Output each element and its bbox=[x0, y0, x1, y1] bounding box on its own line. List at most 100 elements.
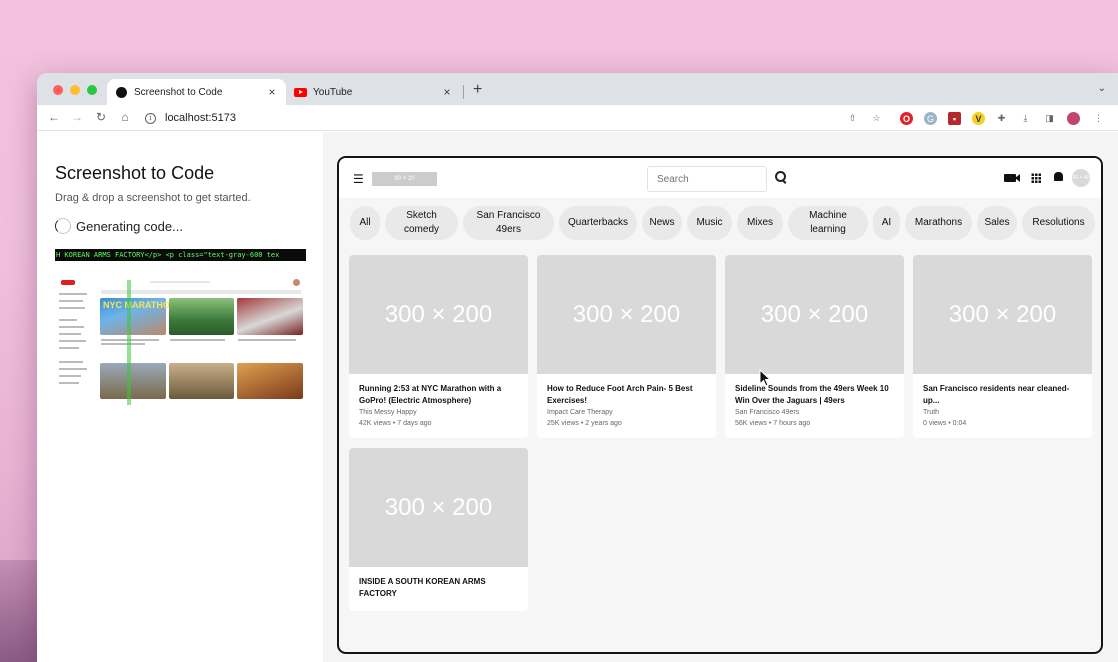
opera-icon[interactable]: O bbox=[900, 112, 913, 125]
video-thumbnail[interactable]: 300 × 200 bbox=[537, 255, 716, 374]
thumbnail-header bbox=[55, 277, 306, 289]
screenshot-thumbnail: NYC MARATHON bbox=[55, 277, 306, 405]
list-item bbox=[59, 326, 84, 328]
chip-sketch-comedy[interactable]: Sketch comedy bbox=[385, 206, 458, 240]
list-item bbox=[59, 333, 81, 335]
thumbnail-video-5 bbox=[169, 363, 234, 399]
reload-button[interactable]: ↻ bbox=[94, 110, 108, 124]
video-channel[interactable]: Truth bbox=[923, 409, 939, 416]
download-icon[interactable]: ⤓ bbox=[1019, 112, 1032, 125]
logo-placeholder[interactable]: 90 × 20 bbox=[372, 172, 437, 186]
tab-screenshot-to-code[interactable]: Screenshot to Code × bbox=[107, 79, 286, 105]
chip-news[interactable]: News bbox=[642, 206, 682, 240]
list-item bbox=[59, 293, 87, 295]
thumbnail-video-4 bbox=[100, 363, 166, 399]
thumbnail-caption bbox=[170, 339, 225, 341]
search-icon[interactable] bbox=[774, 170, 788, 184]
chip-sales[interactable]: Sales bbox=[977, 206, 1017, 240]
video-thumbnail[interactable]: 300 × 200 bbox=[913, 255, 1092, 374]
code-stream: H KOREAN ARMS FACTORY</p> <p class="text… bbox=[55, 249, 306, 261]
video-channel[interactable]: San Francisco 49ers bbox=[735, 409, 799, 416]
list-item bbox=[59, 307, 85, 309]
generated-preview: ☰ 90 × 20 40 × 40 All Sketch comedy San … bbox=[337, 156, 1103, 654]
list-item bbox=[59, 300, 83, 302]
chip-resolutions[interactable]: Resolutions bbox=[1022, 206, 1095, 240]
profile-icon[interactable] bbox=[1067, 112, 1080, 125]
video-card[interactable]: 300 × 200 San Francisco residents near c… bbox=[913, 255, 1092, 438]
video-card[interactable]: 300 × 200 Running 2:53 at NYC Marathon w… bbox=[349, 255, 528, 438]
close-window-button[interactable] bbox=[53, 85, 63, 95]
chip-quarterbacks[interactable]: Quarterbacks bbox=[559, 206, 637, 240]
list-item bbox=[59, 382, 79, 384]
thumbnail-highlight bbox=[127, 280, 131, 405]
thumbnail-video-2 bbox=[169, 298, 234, 335]
chip-music[interactable]: Music bbox=[687, 206, 732, 240]
tab-youtube[interactable]: YouTube × bbox=[289, 79, 461, 105]
menu-icon[interactable]: ☰ bbox=[353, 172, 364, 186]
chip-all[interactable]: All bbox=[350, 206, 380, 240]
chip-machine-learning[interactable]: Machine learning bbox=[788, 206, 868, 240]
tab-search-icon[interactable]: ⌄ bbox=[1098, 83, 1106, 94]
search-input[interactable] bbox=[647, 166, 767, 192]
forward-button[interactable]: → bbox=[70, 110, 84, 124]
tab-divider bbox=[463, 85, 464, 99]
puzzle-icon[interactable]: ✚ bbox=[995, 112, 1008, 125]
list-item bbox=[59, 361, 83, 363]
video-meta: 42K views • 7 days ago bbox=[359, 420, 432, 427]
close-tab-icon[interactable]: × bbox=[441, 85, 453, 99]
back-button[interactable]: ← bbox=[47, 110, 61, 124]
tab-strip: Screenshot to Code × YouTube × + ⌄ bbox=[37, 73, 1118, 105]
thumbnail-video-1: NYC MARATHON bbox=[100, 298, 176, 335]
video-card[interactable]: 300 × 200 INSIDE A SOUTH KOREAN ARMS FAC… bbox=[349, 448, 528, 611]
thumbnail-video-6 bbox=[237, 363, 303, 399]
list-item bbox=[59, 368, 87, 370]
list-item bbox=[59, 319, 77, 321]
bookmark-ext-icon[interactable]: ▪ bbox=[948, 112, 961, 125]
list-item bbox=[59, 340, 86, 342]
site-info-icon[interactable]: i bbox=[145, 112, 156, 124]
thumbnail-chips bbox=[101, 290, 301, 294]
video-title[interactable]: INSIDE A SOUTH KOREAN ARMS FACTORY bbox=[359, 576, 519, 600]
page-title: Screenshot to Code bbox=[55, 163, 215, 183]
chip-san-francisco-49ers[interactable]: San Francisco 49ers bbox=[463, 206, 554, 240]
bell-icon[interactable] bbox=[1054, 172, 1063, 181]
new-tab-button[interactable]: + bbox=[473, 81, 482, 99]
preview-panel: ☰ 90 × 20 40 × 40 All Sketch comedy San … bbox=[323, 132, 1118, 662]
video-meta: 0 views • 0:04 bbox=[923, 420, 967, 427]
url-text[interactable]: localhost:5173 bbox=[165, 112, 236, 124]
video-channel[interactable]: This Messy Happy bbox=[359, 409, 417, 416]
video-card[interactable]: 300 × 200 How to Reduce Foot Arch Pain- … bbox=[537, 255, 716, 438]
desktop-background bbox=[0, 560, 40, 662]
grammarly-icon[interactable]: G bbox=[924, 112, 937, 125]
video-title[interactable]: San Francisco residents near cleaned-up.… bbox=[923, 383, 1083, 407]
thumbnail-caption bbox=[238, 339, 296, 341]
minimize-window-button[interactable] bbox=[70, 85, 80, 95]
page-subtitle: Drag & drop a screenshot to get started. bbox=[55, 192, 251, 204]
list-item bbox=[59, 347, 79, 349]
chip-mixes[interactable]: Mixes bbox=[737, 206, 783, 240]
video-thumbnail[interactable]: 300 × 200 bbox=[725, 255, 904, 374]
video-thumbnail[interactable]: 300 × 200 bbox=[349, 448, 528, 567]
video-card[interactable]: 300 × 200 Sideline Sounds from the 49ers… bbox=[725, 255, 904, 438]
share-icon[interactable]: ⇧ bbox=[846, 112, 859, 125]
video-channel[interactable]: Impact Care Therapy bbox=[547, 409, 613, 416]
video-title[interactable]: Running 2:53 at NYC Marathon with a GoPr… bbox=[359, 383, 519, 407]
video-thumbnail[interactable]: 300 × 200 bbox=[349, 255, 528, 374]
avatar[interactable]: 40 × 40 bbox=[1072, 169, 1090, 187]
close-tab-icon[interactable]: × bbox=[266, 85, 278, 99]
maximize-window-button[interactable] bbox=[87, 85, 97, 95]
address-bar[interactable]: i localhost:5173 bbox=[145, 108, 236, 128]
sidepanel-icon[interactable]: ◨ bbox=[1043, 112, 1056, 125]
v-ext-icon[interactable]: V bbox=[972, 112, 985, 125]
browser-window: Screenshot to Code × YouTube × + ⌄ ← → ↻… bbox=[37, 73, 1118, 662]
chip-marathons[interactable]: Marathons bbox=[905, 206, 972, 240]
video-camera-icon[interactable] bbox=[1004, 174, 1020, 182]
youtube-favicon-icon bbox=[294, 87, 307, 97]
chip-ai[interactable]: AI bbox=[873, 206, 900, 240]
home-button[interactable]: ⌂ bbox=[118, 110, 132, 124]
spinner-icon bbox=[55, 218, 71, 234]
video-title[interactable]: How to Reduce Foot Arch Pain- 5 Best Exe… bbox=[547, 383, 707, 407]
apps-grid-icon[interactable] bbox=[1031, 173, 1041, 183]
kebab-icon[interactable]: ⋮ bbox=[1092, 112, 1105, 125]
star-icon[interactable]: ☆ bbox=[870, 112, 883, 125]
